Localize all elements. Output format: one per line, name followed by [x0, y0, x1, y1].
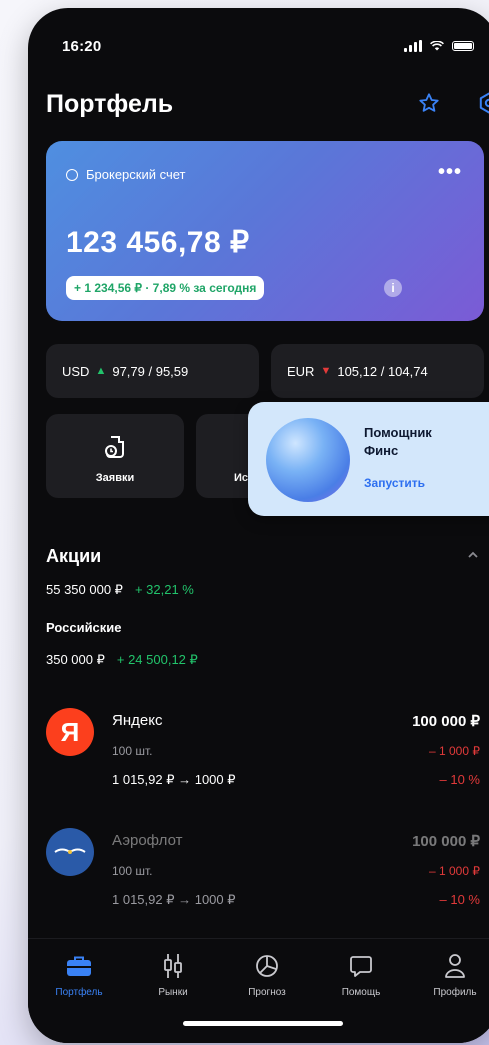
group-name: Российские [46, 620, 122, 635]
page-title: Портфель [46, 89, 174, 118]
stock-delta-pct: – 10 % [439, 772, 480, 787]
stocks-total: 55 350 000 ₽ [46, 582, 123, 597]
rate-usd[interactable]: USD ▲ 97,79 / 95,59 [46, 344, 259, 398]
tab-profile[interactable]: Профиль [416, 939, 489, 998]
more-icon[interactable]: ••• [438, 161, 462, 184]
status-bar: 16:20 [62, 34, 474, 58]
tab-label: Портфель [55, 987, 103, 998]
star-icon[interactable] [414, 88, 444, 118]
pie-icon [255, 953, 279, 979]
rate-eur[interactable]: EUR ▼ 105,12 / 104,74 [271, 344, 484, 398]
phone-screen: 16:20 Портфель Брокерский счет ••• 123 4… [28, 8, 489, 1043]
action-orders[interactable]: Заявки [46, 414, 184, 498]
stock-delta-pct: – 10 % [439, 892, 480, 907]
wifi-icon [430, 41, 444, 51]
stock-price-change: 1 015,92 ₽ → 1000 ₽ [112, 892, 236, 907]
rate-currency: EUR [287, 363, 315, 379]
chat-icon [349, 953, 373, 979]
stock-row-aeroflot[interactable]: Аэрофлот 100 шт. 1 015,92 ₽ → 1000 ₽ 100… [46, 828, 484, 928]
tab-portfolio[interactable]: Портфель [40, 939, 118, 998]
currency-rates: USD ▲ 97,79 / 95,59 EUR ▼ 105,12 / 104,7… [46, 344, 484, 398]
rate-value: 105,12 / 104,74 [337, 363, 428, 379]
header: Портфель [46, 82, 489, 126]
stock-delta-abs: – 1 000 ₽ [428, 864, 480, 878]
tab-markets[interactable]: Рынки [134, 939, 212, 998]
stock-delta-abs: – 1 000 ₽ [428, 744, 480, 758]
triangle-up-icon: ▲ [95, 365, 107, 377]
stock-row-yandex[interactable]: Я Яндекс 100 шт. 1 015,92 ₽ → 1000 ₽ 100… [46, 708, 484, 808]
stocks-section-title: Акции [46, 546, 102, 566]
account-radio-icon [66, 168, 78, 181]
candles-icon [162, 953, 184, 979]
yandex-logo-icon: Я [46, 708, 94, 756]
group-total: 350 000 ₽ [46, 652, 105, 667]
stock-qty: 100 шт. [112, 744, 153, 758]
group-change: + 24 500,12 ₽ [116, 652, 198, 667]
tab-label: Рынки [158, 987, 188, 998]
stock-name: Яндекс [112, 712, 163, 729]
info-icon[interactable]: i [384, 279, 402, 297]
rate-currency: USD [62, 363, 90, 379]
system-icons [404, 40, 474, 52]
aeroflot-logo-icon [46, 828, 94, 876]
tab-bar: Портфель Рынки Прогноз Помощь Профиль [28, 938, 489, 1043]
tab-forecast[interactable]: Прогноз [228, 939, 306, 998]
chevron-up-icon[interactable] [466, 548, 480, 562]
assistant-launch-button[interactable]: Запустить [364, 476, 425, 490]
assistant-popup[interactable]: Помощник Финс Запустить [248, 402, 489, 516]
account-selector[interactable]: Брокерский счет [66, 167, 186, 182]
signal-icon [404, 40, 422, 52]
account-balance: 123 456,78 ₽ [66, 226, 250, 259]
stock-price-change: 1 015,92 ₽ → 1000 ₽ [112, 772, 236, 787]
stock-qty: 100 шт. [112, 864, 153, 878]
status-time: 16:20 [62, 37, 102, 55]
home-indicator [183, 1021, 343, 1026]
stock-value: 100 000 ₽ [412, 713, 480, 730]
person-icon [444, 953, 466, 979]
account-name: Брокерский счет [86, 167, 186, 182]
change-today-badge: + 1 234,56 ₽ · 7,89 % за сегодня [66, 276, 265, 300]
battery-icon [452, 41, 474, 51]
group-total-row: 350 000 ₽ + 24 500,12 ₽ [46, 652, 198, 668]
tab-label: Прогноз [248, 987, 286, 998]
stock-name: Аэрофлот [112, 832, 183, 849]
triangle-down-icon: ▼ [320, 365, 332, 377]
stock-value: 100 000 ₽ [412, 833, 480, 850]
account-card[interactable]: Брокерский счет ••• 123 456,78 ₽ + 1 234… [46, 141, 484, 321]
tab-label: Профиль [433, 987, 477, 998]
tab-help[interactable]: Помощь [322, 939, 400, 998]
briefcase-icon [66, 953, 92, 979]
stocks-total-row: 55 350 000 ₽ + 32,21 % [46, 582, 194, 598]
tab-label: Помощь [341, 987, 381, 998]
assistant-title: Помощник Финс [364, 425, 432, 458]
orders-icon [105, 436, 124, 458]
gear-icon[interactable] [474, 88, 489, 118]
stocks-total-change: + 32,21 % [134, 582, 194, 597]
action-label: Заявки [95, 472, 135, 484]
rate-value: 97,79 / 95,59 [112, 363, 189, 379]
assistant-avatar [266, 418, 350, 502]
